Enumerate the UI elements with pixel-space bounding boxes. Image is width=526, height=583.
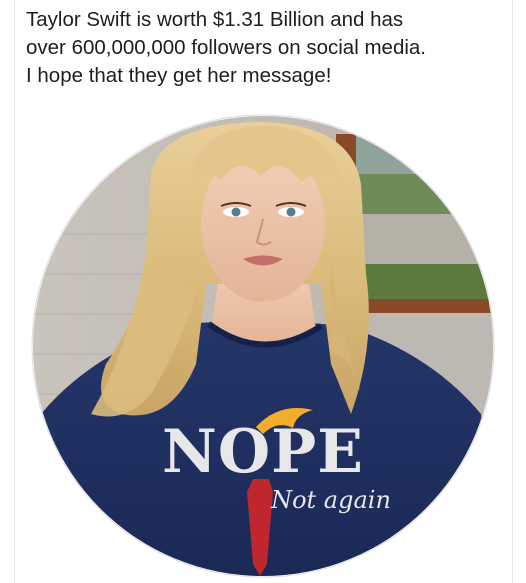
post-text: Taylor Swift is worth $1.31 Billion and … xyxy=(26,6,516,90)
window-road xyxy=(356,214,493,264)
profile-photo-image: NOPE Not again xyxy=(31,114,495,578)
post-text-line-1: Taylor Swift is worth $1.31 Billion and … xyxy=(26,8,404,31)
card-border-left xyxy=(14,0,15,583)
profile-photo[interactable]: NOPE Not again xyxy=(31,114,495,578)
post-card: Taylor Swift is worth $1.31 Billion and … xyxy=(0,0,526,583)
shirt-text-nope: NOPE xyxy=(162,417,364,487)
window-grass xyxy=(356,174,493,214)
post-text-line-3: I hope that they get her message! xyxy=(26,64,332,87)
shirt-text-not-again: Not again xyxy=(270,486,391,514)
post-text-line-2: over 600,000,000 followers on social med… xyxy=(26,36,426,59)
window-lawn xyxy=(356,264,493,304)
